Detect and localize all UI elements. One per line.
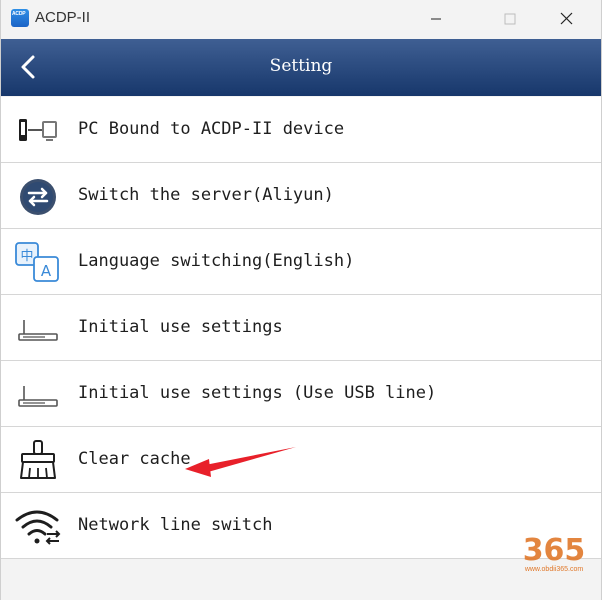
watermark-logo: 365 www.obdii365.com: [509, 522, 599, 582]
menu-item-label: Initial use settings (Use USB line): [78, 383, 437, 403]
app-logo-icon: ACDP: [11, 9, 29, 27]
app-window: ACDP ACDP-II Setting PC Bound to ACDP-II…: [0, 0, 602, 600]
menu-item-language[interactable]: 中 A Language switching(English): [1, 229, 601, 295]
close-icon: [560, 12, 573, 25]
menu-item-initial-settings-usb[interactable]: Initial use settings (Use USB line): [1, 361, 601, 427]
menu-item-label: Initial use settings: [78, 317, 283, 337]
menu-item-label: Switch the server(Aliyun): [78, 185, 334, 205]
watermark-url: www.obdii365.com: [524, 566, 584, 573]
settings-list: PC Bound to ACDP-II device Switch the se…: [1, 97, 601, 559]
minimize-icon: [431, 18, 441, 20]
server-switch-icon: [20, 179, 56, 215]
annotation-arrow-icon: [185, 447, 296, 477]
menu-item-label: PC Bound to ACDP-II device: [78, 119, 345, 139]
menu-item-label: Clear cache: [78, 449, 191, 469]
maximize-icon: [504, 13, 516, 25]
router-usb-icon: [18, 386, 58, 407]
maximize-button[interactable]: [491, 4, 531, 34]
menu-item-label: Network line switch: [78, 515, 273, 535]
phone-pc-link-icon: [19, 119, 57, 141]
wifi-switch-icon: [15, 510, 61, 545]
app-logo-text: ACDP: [12, 11, 26, 17]
menu-item-label: Language switching(English): [78, 251, 355, 271]
menu-item-initial-settings[interactable]: Initial use settings: [1, 295, 601, 361]
watermark-logo-text: 365: [523, 533, 586, 568]
svg-text:A: A: [41, 262, 52, 280]
close-button[interactable]: [549, 4, 589, 34]
watermark-365-icon: 365: [523, 533, 586, 568]
svg-text:中: 中: [20, 249, 33, 264]
menu-item-pc-bound[interactable]: PC Bound to ACDP-II device: [1, 97, 601, 163]
minimize-button[interactable]: [421, 4, 461, 34]
menu-item-switch-server[interactable]: Switch the server(Aliyun): [1, 163, 601, 229]
broom-icon: [20, 440, 56, 479]
window-title: ACDP-II: [35, 9, 91, 26]
language-translate-icon: 中 A: [15, 242, 59, 282]
menu-item-clear-cache[interactable]: Clear cache: [1, 427, 601, 493]
router-icon: [18, 320, 58, 341]
title-bar: ACDP ACDP-II: [1, 0, 601, 38]
settings-header: Setting: [1, 39, 601, 96]
page-title: Setting: [269, 56, 333, 76]
